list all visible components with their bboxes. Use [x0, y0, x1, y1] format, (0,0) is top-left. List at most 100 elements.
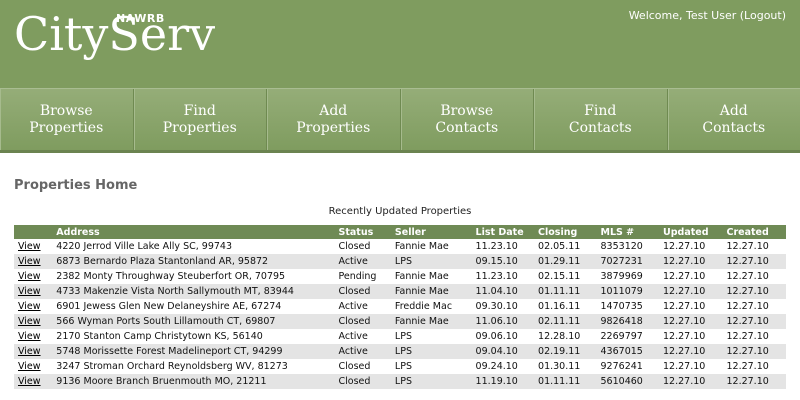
- view-link[interactable]: View: [18, 361, 41, 372]
- cell-list-date: 11.06.10: [471, 314, 535, 329]
- welcome-area: Welcome, Test User (Logout): [629, 9, 786, 22]
- nav-label-line1: Browse: [39, 102, 93, 119]
- cell-list-date: 11.23.10: [475, 271, 518, 282]
- column-header-list-date[interactable]: List Date: [471, 225, 535, 239]
- nav-find-contacts[interactable]: Find Contacts: [534, 89, 668, 150]
- cell-closing: 01.16.11: [538, 301, 581, 312]
- cell-mls: 5610460: [596, 374, 659, 389]
- cell-mls: 7027231: [596, 254, 659, 269]
- column-header-created[interactable]: Created: [722, 225, 786, 239]
- column-header-seller[interactable]: Seller: [390, 225, 472, 239]
- cell-updated: 12.27.10: [663, 301, 706, 312]
- nav-label-line2: Contacts: [568, 119, 632, 136]
- view-link[interactable]: View: [18, 286, 41, 297]
- view-link[interactable]: View: [18, 346, 41, 357]
- cell-address: 566 Wyman Ports South Lillamouth CT, 698…: [52, 314, 335, 329]
- main-nav: Browse Properties Find Properties Add Prope…: [0, 88, 800, 150]
- cell-address: 6901 Jewess Glen New Delaneyshire AE, 67…: [56, 301, 282, 312]
- table-caption: Recently Updated Properties: [328, 206, 472, 217]
- cell-status: Closed: [338, 241, 371, 252]
- nav-label-line1: Add: [719, 102, 748, 119]
- view-link[interactable]: View: [18, 316, 41, 327]
- view-cell: View: [14, 254, 53, 269]
- cell-address: 4733 Makenzie Vista North Sallymouth MT,…: [52, 284, 335, 299]
- cell-status: Closed: [334, 314, 391, 329]
- nav-label-line1: Add: [319, 102, 348, 119]
- cell-list-date: 09.24.10: [475, 361, 518, 372]
- cell-created: 12.27.10: [722, 254, 786, 269]
- view-link[interactable]: View: [18, 256, 41, 267]
- cell-status: Active: [334, 344, 391, 359]
- nav-add-contacts[interactable]: Add Contacts: [668, 89, 800, 150]
- view-link[interactable]: View: [18, 376, 41, 387]
- page-title: Properties Home: [14, 178, 138, 193]
- site-header: CityServ NAWRB Welcome, Test User (Logou…: [0, 0, 800, 88]
- cell-status: Active: [338, 301, 368, 312]
- view-cell: View: [14, 269, 52, 284]
- nav-label-line2: Properties: [29, 119, 104, 136]
- cell-mls: 1011079: [596, 284, 659, 299]
- cell-address: 9136 Moore Branch Bruenmouth MO, 21211: [52, 374, 335, 389]
- column-header-mls[interactable]: MLS #: [596, 225, 659, 239]
- cell-address: 2170 Stanton Camp Christytown KS, 56140: [56, 331, 263, 342]
- cell-status: Closed: [334, 284, 391, 299]
- view-cell: View: [14, 329, 52, 344]
- cell-closing: 02.11.11: [534, 314, 597, 329]
- cell-list-date: 11.04.10: [471, 284, 535, 299]
- cell-updated: 12.27.10: [663, 361, 706, 372]
- cell-created: 12.27.10: [726, 331, 769, 342]
- welcome-text: Welcome, Test User: [628, 9, 737, 22]
- nav-label-line2: Contacts: [702, 119, 766, 136]
- table-row: View 3247 Stroman Orchard Reynoldsberg WV…: [14, 359, 786, 374]
- cell-seller: LPS: [394, 331, 412, 342]
- cell-created: 12.27.10: [726, 361, 769, 372]
- cell-seller: Fannie Mae: [394, 271, 449, 282]
- cell-list-date: 09.30.10: [475, 301, 518, 312]
- cell-address: 5748 Morissette Forest Madelineport CT, …: [52, 344, 335, 359]
- nawrb-logo-text: NAWRB: [116, 12, 165, 25]
- cell-mls: 2269797: [600, 331, 643, 342]
- view-link[interactable]: View: [18, 241, 41, 252]
- column-header-closing[interactable]: Closing: [534, 225, 597, 239]
- cityserv-logo[interactable]: CityServ: [14, 2, 215, 66]
- cell-address: 6873 Bernardo Plaza Stantonland AR, 9587…: [52, 254, 335, 269]
- cell-status: Closed: [334, 374, 391, 389]
- nav-label-line2: Properties: [162, 119, 237, 136]
- cell-list-date: 11.23.10: [475, 241, 518, 252]
- column-header-address[interactable]: Address: [52, 225, 335, 239]
- cell-updated: 12.27.10: [659, 344, 723, 359]
- cell-mls: 8353120: [600, 241, 643, 252]
- nav-find-properties[interactable]: Find Properties: [134, 89, 267, 150]
- cell-status: Pending: [338, 271, 377, 282]
- cell-mls: 9826418: [596, 314, 659, 329]
- view-link[interactable]: View: [18, 331, 41, 342]
- nav-browse-properties[interactable]: Browse Properties: [0, 89, 134, 150]
- view-cell: View: [14, 314, 53, 329]
- cell-seller: Fannie Mae: [390, 314, 472, 329]
- view-link[interactable]: View: [18, 301, 41, 312]
- column-header-status[interactable]: Status: [334, 225, 391, 239]
- table-row: View 6873 Bernardo Plaza Stantonland AR, …: [14, 254, 786, 269]
- table-row: View 5748 Morissette Forest Madelineport …: [14, 344, 786, 359]
- nav-label-line1: Find: [584, 102, 617, 119]
- column-header-updated[interactable]: Updated: [659, 225, 723, 239]
- view-link[interactable]: View: [18, 271, 41, 282]
- cell-closing: 01.11.11: [534, 374, 597, 389]
- cell-created: 12.27.10: [726, 301, 769, 312]
- nav-label-line1: Find: [183, 102, 216, 119]
- cell-status: Active: [338, 331, 368, 342]
- cell-mls: 4367015: [596, 344, 659, 359]
- nav-browse-contacts[interactable]: Browse Contacts: [401, 89, 534, 150]
- logout-link[interactable]: (Logout): [740, 9, 786, 22]
- properties-table: Address Status Seller List Date Closing …: [14, 225, 786, 389]
- cell-created: 12.27.10: [722, 284, 786, 299]
- cell-closing: 01.29.11: [534, 254, 597, 269]
- cell-list-date: 09.06.10: [475, 331, 518, 342]
- cell-list-date: 09.15.10: [471, 254, 535, 269]
- view-cell: View: [14, 359, 52, 374]
- table-row: View 6901 Jewess Glen New Delaneyshire AE…: [14, 299, 786, 314]
- nav-label-line1: Browse: [440, 102, 494, 119]
- view-cell: View: [14, 344, 53, 359]
- nav-add-properties[interactable]: Add Properties: [267, 89, 401, 150]
- table-row: View 566 Wyman Ports South Lillamouth CT,…: [14, 314, 786, 329]
